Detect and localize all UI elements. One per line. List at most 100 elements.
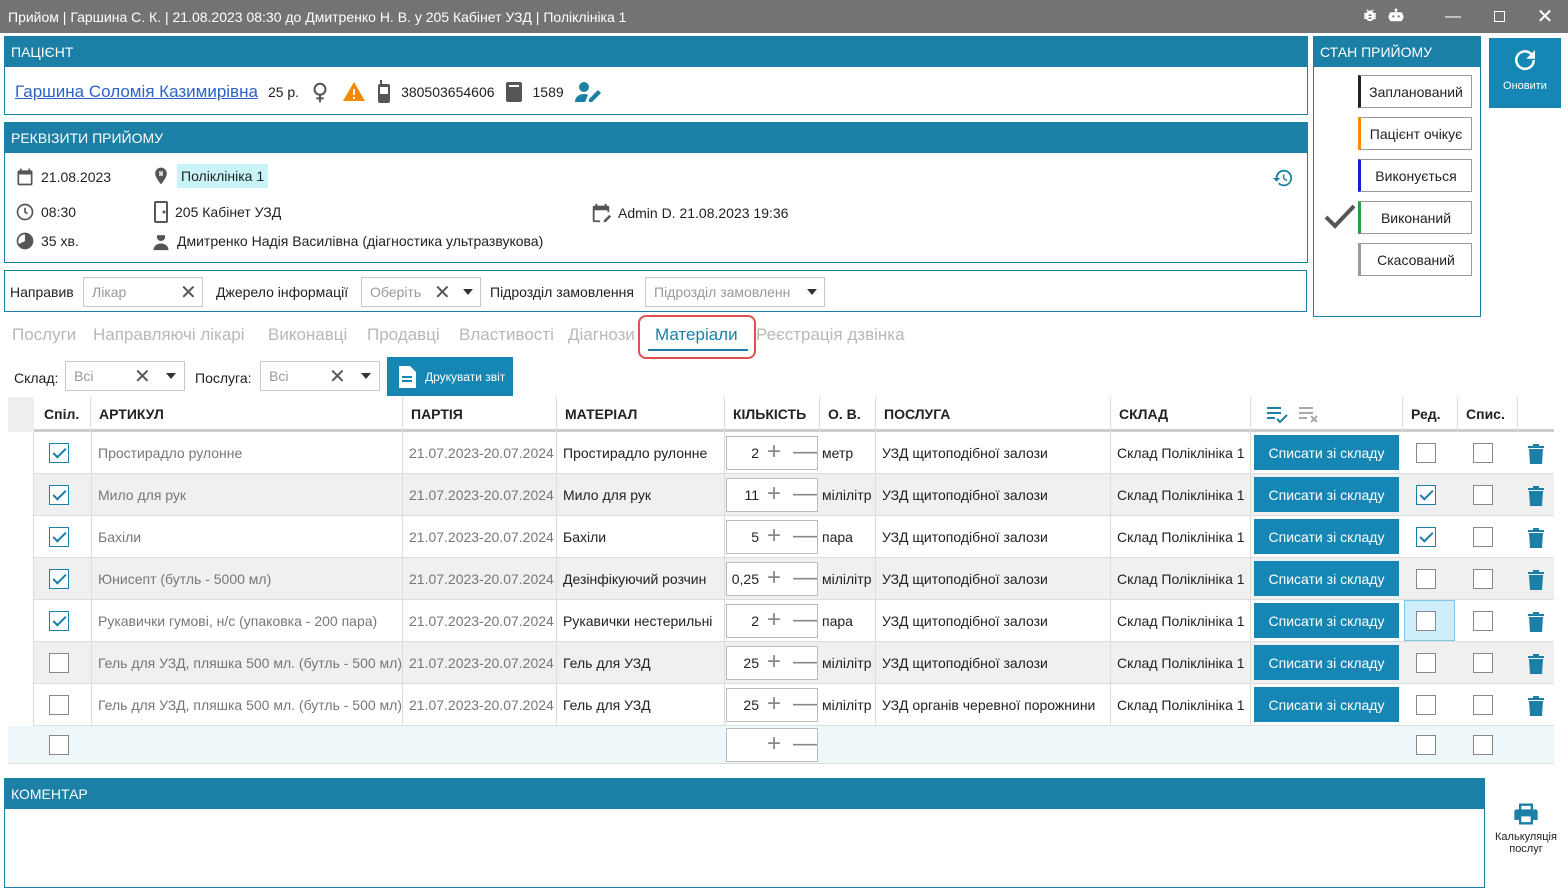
table-row[interactable]: Гель для УЗД, пляшка 500 мл. (бутль - 50… [8,684,1554,726]
division-select[interactable]: Підрозділ замовленн [645,277,825,307]
clear-icon[interactable]: ✕ [329,364,346,389]
tab-services[interactable]: Послуги [12,325,76,345]
bug-icon[interactable] [1361,7,1379,25]
calculation-button[interactable]: Калькуляція послуг [1490,800,1562,872]
table-row[interactable]: Гель для УЗД, пляшка 500 мл. (бутль - 50… [8,642,1554,684]
tab-referring-doctors[interactable]: Направляючі лікарі [93,325,245,345]
plus-icon[interactable]: + [767,689,781,719]
col-material[interactable]: МАТЕРІАЛ [557,397,725,432]
write-off-button[interactable]: Списати зі складу [1254,519,1399,554]
tab-call-registration[interactable]: Реєстрація дзвінка [756,325,905,345]
edit-checkbox[interactable] [1416,485,1436,505]
minus-icon[interactable]: — [793,647,817,677]
col-service[interactable]: ПОСЛУГА [876,397,1111,432]
shared-checkbox[interactable] [49,653,69,673]
table-row[interactable]: Юнисепт (бутль - 5000 мл) 21.07.2023-20.0… [8,558,1554,600]
tab-materials[interactable]: Матеріали [655,325,738,345]
row-header[interactable] [8,642,34,684]
quantity-value[interactable]: 25 [743,689,759,721]
table-row[interactable]: Рукавички гумові, н/с (упаковка - 200 па… [8,600,1554,642]
clear-icon[interactable]: ✕ [134,364,151,389]
tab-properties[interactable]: Властивості [459,325,554,345]
patient-name-link[interactable]: Гаршина Соломія Казимирівна [15,82,258,102]
delete-icon[interactable] [1528,612,1544,632]
maximize-button[interactable] [1476,0,1522,33]
plus-icon[interactable]: + [767,605,781,635]
chevron-down-icon[interactable] [463,289,473,295]
minus-icon[interactable]: — [793,689,817,719]
quantity-stepper[interactable]: 25 + — [726,688,818,722]
quantity-value[interactable]: 25 [743,647,759,679]
comment-textarea[interactable] [5,809,1484,887]
edit-checkbox[interactable] [1416,527,1436,547]
delete-icon[interactable] [1528,486,1544,506]
delete-icon[interactable] [1528,654,1544,674]
col-shared[interactable]: Спіл. [34,397,91,432]
quantity-value[interactable]: 2 [751,605,759,637]
history-icon[interactable] [1272,167,1294,189]
row-header[interactable] [8,516,34,558]
minus-icon[interactable]: — [793,521,817,551]
plus-icon[interactable]: + [767,563,781,593]
quantity-stepper[interactable]: 2 + — [726,436,818,470]
written-off-checkbox[interactable] [1473,527,1493,547]
written-off-checkbox[interactable] [1473,653,1493,673]
quantity-stepper[interactable]: 5 + — [726,520,818,554]
col-warehouse[interactable]: СКЛАД [1111,397,1251,432]
write-off-button[interactable]: Списати зі складу [1254,603,1399,638]
robot-icon[interactable] [1387,7,1405,25]
col-edit[interactable]: Ред. [1403,397,1458,432]
table-row[interactable]: Бахіли 21.07.2023-20.07.2024 Бахіли 5 + — пара… [8,516,1554,558]
written-off-checkbox[interactable] [1473,443,1493,463]
tab-sellers[interactable]: Продавці [367,325,440,345]
row-header[interactable] [8,558,34,600]
edit-checkbox[interactable] [1416,653,1436,673]
state-waiting-button[interactable]: Пацієнт очікує [1358,117,1472,150]
new-row-quantity-stepper[interactable]: + — [726,728,818,762]
minus-icon[interactable]: — [793,605,817,635]
edit-checkbox[interactable] [1416,443,1436,463]
minimize-button[interactable]: — [1430,0,1476,33]
quantity-value[interactable]: 2 [751,437,759,469]
row-header[interactable] [8,474,34,516]
plus-icon[interactable]: + [767,479,781,509]
edit-checkbox[interactable] [1416,695,1436,715]
minus-icon[interactable]: — [793,563,817,593]
plus-icon[interactable]: + [767,729,781,759]
written-off-checkbox[interactable] [1473,695,1493,715]
table-row[interactable]: Простирадло рулонне 21.07.2023-20.07.2024… [8,432,1554,474]
warning-icon[interactable] [341,80,367,104]
check-all-icon[interactable] [1265,405,1289,425]
write-off-button[interactable]: Списати зі складу [1254,687,1399,722]
edit-checkbox[interactable] [1416,611,1436,631]
uncheck-all-icon[interactable] [1297,405,1321,425]
clear-icon[interactable]: ✕ [180,280,197,305]
col-article[interactable]: АРТИКУЛ [91,397,403,432]
row-header[interactable] [8,684,34,726]
edit-checkbox[interactable] [1416,569,1436,589]
tab-performers[interactable]: Виконавці [268,325,347,345]
state-planned-button[interactable]: Запланований [1358,75,1472,108]
quantity-stepper[interactable]: 2 + — [726,604,818,638]
chevron-down-icon[interactable] [361,373,371,379]
shared-checkbox[interactable] [49,695,69,715]
quantity-value[interactable]: 0,25 [732,563,759,595]
col-written-off[interactable]: Спис. [1458,397,1518,432]
col-unit[interactable]: О. В. [820,397,876,432]
plus-icon[interactable]: + [767,437,781,467]
new-row-edit-checkbox[interactable] [1416,735,1436,755]
referred-doctor-input[interactable]: Лікар ✕ [83,277,203,307]
col-quantity[interactable]: КІЛЬКІСТЬ [725,397,820,432]
chevron-down-icon[interactable] [166,373,176,379]
row-header[interactable] [8,432,34,474]
plus-icon[interactable]: + [767,647,781,677]
clinic-name[interactable]: Поліклініка 1 [177,164,269,188]
written-off-checkbox[interactable] [1473,485,1493,505]
tab-diagnoses[interactable]: Діагнози [568,325,640,345]
new-row[interactable]: + — [8,726,1554,764]
quantity-stepper[interactable]: 11 + — [726,478,818,512]
delete-icon[interactable] [1528,528,1544,548]
quantity-stepper[interactable]: 0,25 + — [726,562,818,596]
clear-icon[interactable]: ✕ [434,280,451,305]
write-off-button[interactable]: Списати зі складу [1254,477,1399,512]
